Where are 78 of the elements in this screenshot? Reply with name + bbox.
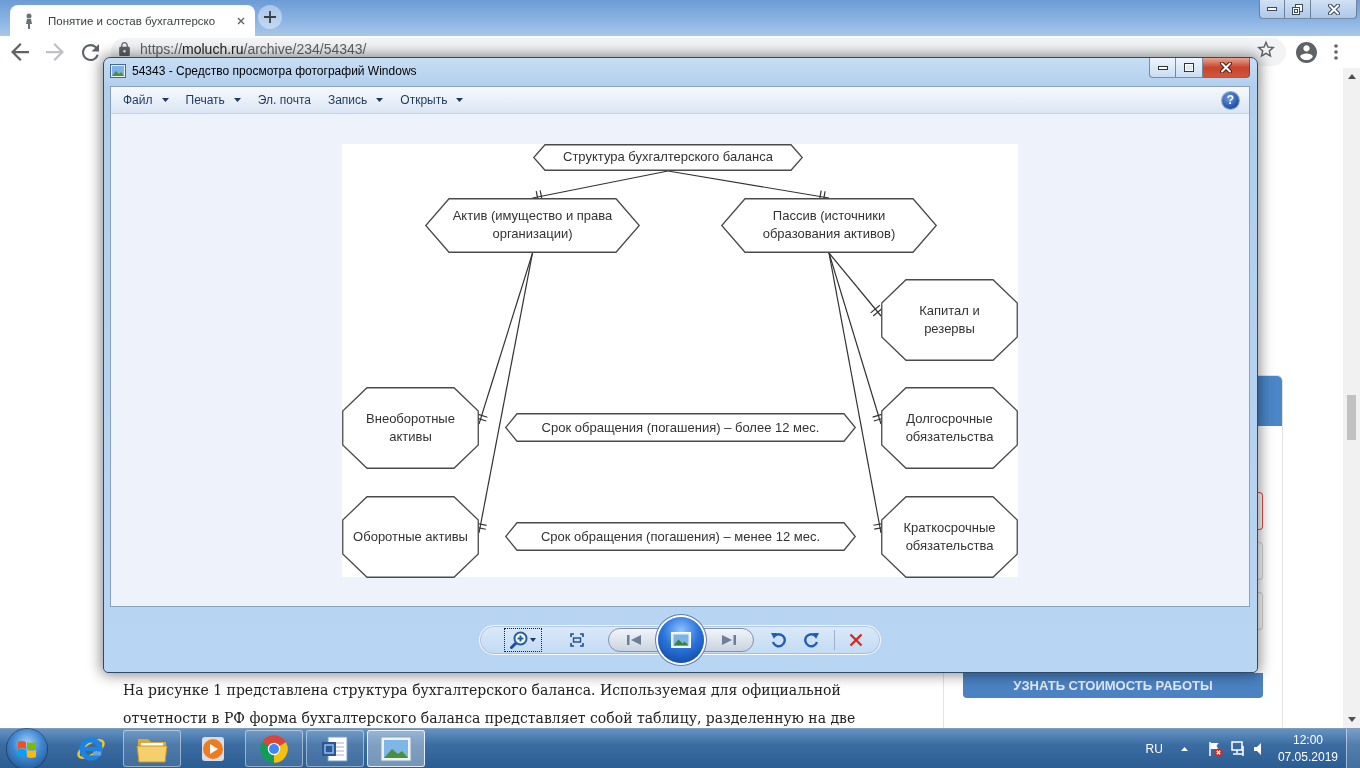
taskbar-button[interactable] bbox=[245, 730, 303, 767]
clock-date[interactable]: 07.05.2019 bbox=[1277, 748, 1338, 766]
flag-alert-icon[interactable] bbox=[1206, 740, 1223, 757]
menu-item[interactable]: Эл. почта bbox=[251, 89, 317, 111]
close-icon bbox=[1220, 62, 1232, 73]
caret-icon bbox=[376, 98, 384, 102]
taskbar-button[interactable] bbox=[123, 730, 181, 767]
caret-icon bbox=[233, 98, 241, 102]
four-pane-flag-icon bbox=[17, 739, 37, 758]
figure-icon bbox=[24, 12, 34, 29]
slideshow-button[interactable] bbox=[658, 616, 704, 663]
ring-logo-icon bbox=[259, 733, 289, 764]
hexagon-node: Срок обращения (погашения) – более 12 мес. bbox=[505, 413, 856, 442]
language-indicator[interactable]: RU bbox=[1145, 741, 1163, 756]
clock-time[interactable]: 12:00 bbox=[1292, 731, 1323, 749]
minimize-button[interactable] bbox=[1259, 0, 1285, 19]
landscape-picture-icon bbox=[380, 734, 412, 763]
skip-forward-icon bbox=[721, 634, 736, 645]
restore-window-icon bbox=[1292, 3, 1303, 15]
close-icon[interactable] bbox=[237, 16, 245, 25]
hexagon-node: Актив (имущество и права организации) bbox=[425, 197, 640, 253]
forward-arrow-icon bbox=[46, 43, 64, 61]
menu-icon[interactable] bbox=[1334, 44, 1338, 60]
octagon-node: Внеоборотные активы bbox=[342, 386, 479, 469]
account-icon[interactable] bbox=[1295, 41, 1317, 63]
restore-button[interactable] bbox=[1285, 0, 1311, 19]
menu-item[interactable]: Запись bbox=[321, 89, 390, 111]
close-button[interactable] bbox=[1203, 58, 1250, 78]
scroll-down-icon[interactable] bbox=[1347, 717, 1356, 722]
star-icon[interactable] bbox=[1257, 40, 1275, 58]
octagon-node: Оборотные активы bbox=[342, 495, 479, 578]
close-icon bbox=[1327, 3, 1340, 15]
minimize-icon bbox=[1157, 65, 1168, 70]
caret-icon bbox=[456, 98, 464, 102]
picture-frame-icon bbox=[110, 64, 126, 78]
menu-item[interactable]: Файл bbox=[117, 89, 175, 111]
network-icon[interactable] bbox=[1229, 740, 1246, 757]
magnifier-plus-icon bbox=[510, 630, 528, 649]
window-title: 54343 - Средство просмотра фотографий Windows bbox=[132, 64, 417, 78]
caret-icon bbox=[530, 637, 536, 642]
hexagon-node: Структура бухгалтерского баланса bbox=[533, 143, 803, 171]
back-arrow-icon bbox=[11, 43, 29, 61]
hexagon-node: Пассив (источники образования активов) bbox=[721, 197, 937, 253]
zoom-button[interactable] bbox=[504, 627, 542, 652]
picture-icon bbox=[671, 631, 691, 648]
rotate-right-icon bbox=[804, 631, 820, 648]
article-paragraph: На рисунке 1 представлена структура бухгалтерского баланса. Используемая для официальной отчетности в РФ форма бухгалтерского баланса представляет собой таблицу, разделенную на две bbox=[123, 681, 857, 728]
reload-icon bbox=[81, 43, 99, 61]
frame-corners-icon bbox=[570, 632, 584, 647]
hexagon-node: Срок обращения (погашения) – менее 12 мес. bbox=[505, 522, 856, 551]
rotate-left-icon bbox=[770, 631, 786, 648]
minimize-button[interactable] bbox=[1149, 58, 1176, 78]
menu-item[interactable]: Печать bbox=[179, 89, 247, 111]
scrollbar[interactable] bbox=[1343, 68, 1360, 728]
scroll-up-icon[interactable] bbox=[1347, 74, 1356, 79]
show-desktop-button[interactable] bbox=[1346, 729, 1360, 768]
minimize-icon bbox=[1267, 7, 1277, 11]
menu-item[interactable]: Открыть bbox=[394, 89, 470, 111]
help-button[interactable]: ? bbox=[1222, 91, 1239, 109]
octagon-node: Капитал и резервы bbox=[881, 278, 1018, 361]
start-button[interactable] bbox=[7, 728, 47, 768]
octagon-node: Долгосрочные обязательства bbox=[881, 386, 1018, 469]
browser-tab[interactable]: Понятие и состав бухгалтерско bbox=[10, 5, 255, 36]
delete-x-icon bbox=[849, 632, 863, 647]
caret-icon bbox=[161, 98, 169, 102]
caret-up-icon[interactable] bbox=[1180, 746, 1188, 751]
maximize-button[interactable] bbox=[1176, 58, 1203, 78]
close-button[interactable] bbox=[1311, 0, 1357, 19]
document-icon bbox=[320, 733, 350, 764]
lock-icon bbox=[119, 42, 130, 56]
plus-icon bbox=[264, 11, 276, 23]
new-tab-button[interactable] bbox=[258, 5, 282, 29]
taskbar-button[interactable] bbox=[367, 730, 425, 767]
taskbar-button[interactable] bbox=[306, 730, 364, 767]
maximize-icon bbox=[1184, 63, 1194, 72]
octagon-node: Краткосрочные обязательства bbox=[881, 495, 1018, 578]
skip-back-icon bbox=[626, 634, 641, 645]
scrollbar-thumb[interactable] bbox=[1347, 395, 1356, 440]
